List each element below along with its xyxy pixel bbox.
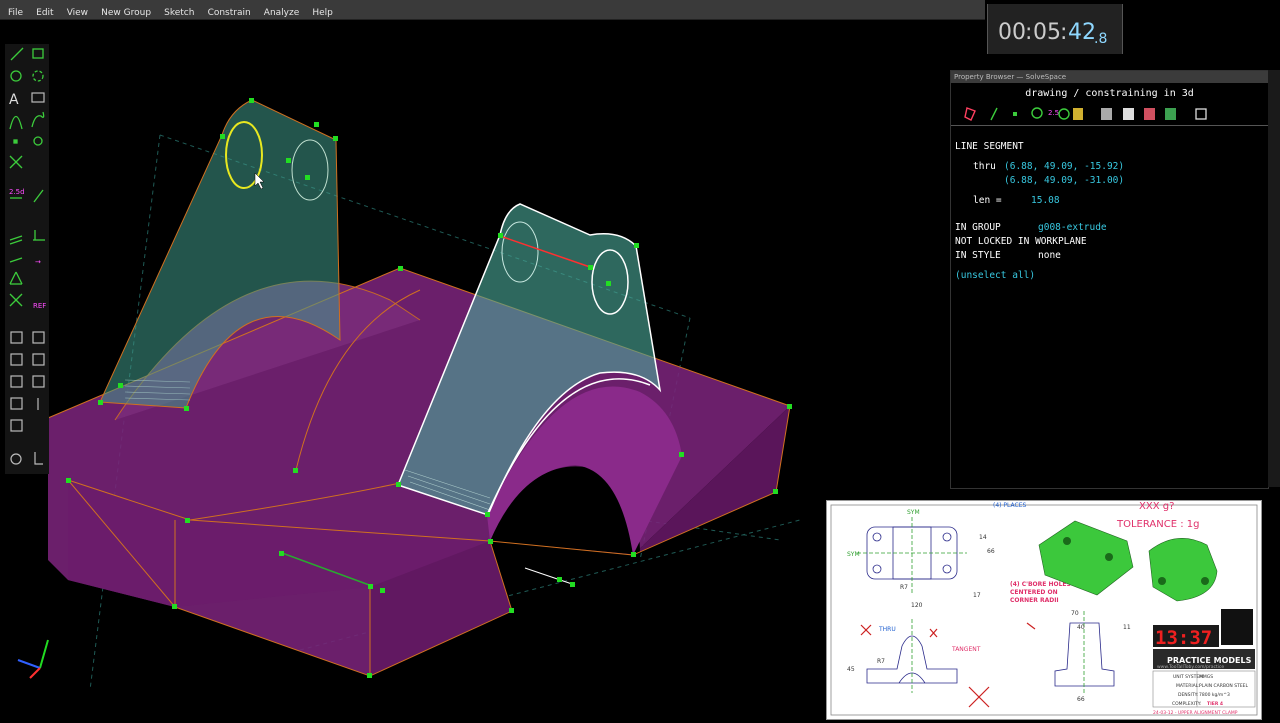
reference-drawing: XXX g? TOLERANCE : 1g (4) PLACES SYM SYM… — [826, 500, 1262, 720]
ref-dim-r7: R7 — [900, 584, 908, 591]
3d-viewport[interactable] — [0, 20, 950, 720]
ref-url: www.TooTallToby.com/practice — [1157, 664, 1224, 670]
menu-bar: File Edit View New Group Sketch Constrai… — [0, 0, 985, 20]
ref-sym-left: SYM — [847, 551, 860, 558]
svg-text:2.5: 2.5 — [1048, 109, 1059, 117]
ref-iso-view-2 — [1148, 537, 1218, 602]
tool-palette: 2.5d → REF A — [5, 44, 49, 474]
timer-seconds: 42 — [1068, 20, 1096, 45]
timer-fraction: .8 — [1094, 31, 1108, 47]
svg-text:MATERIAL:: MATERIAL: — [1176, 683, 1200, 689]
ref-places: (4) PLACES — [993, 502, 1026, 509]
ref-part-name: 24-03-12 - UPPER ALIGNMENT CLAMP — [1153, 710, 1238, 716]
visibility-toggle-icons[interactable]: 2.5 — [951, 105, 1268, 123]
len-label: len = — [973, 195, 1008, 206]
ref-cbore-2: CENTERED ON — [1010, 589, 1058, 596]
point-2: (6.88, 49.09, -31.00) — [1004, 175, 1125, 186]
ref-title-block: UNIT SYSTEM:MMGS MATERIAL: PLAIN CARBON S… — [1152, 670, 1256, 708]
ref-brand: PRACTICE MODELS — [1167, 656, 1252, 665]
ref-dim-r7b: R7 — [877, 658, 885, 665]
thru-label: thru — [973, 161, 996, 172]
svg-text:PLAIN CARBON STEEL: PLAIN CARBON STEEL — [1199, 683, 1249, 689]
in-style-label: IN STYLE — [955, 250, 1001, 261]
ref-title: XXX g? — [1139, 501, 1174, 512]
in-group-link[interactable]: g008-extrude — [1038, 222, 1107, 233]
ref-dim-70: 70 — [1071, 610, 1079, 617]
divider — [951, 125, 1268, 126]
ref-dim-40: 40 — [1077, 624, 1085, 631]
svg-text:TIER 4: TIER 4 — [1207, 701, 1223, 707]
lock-status: NOT LOCKED IN WORKPLANE — [955, 236, 1087, 247]
ref-clock: 13:37 — [1155, 627, 1212, 649]
highlight-line — [524, 567, 576, 586]
ref-dim-14: 14 — [979, 534, 987, 541]
in-group-label: IN GROUP — [955, 222, 1001, 233]
svg-text:DENSITY:: DENSITY: — [1178, 692, 1198, 698]
toolbar-icons: 2.5d → REF A — [9, 47, 46, 465]
axis-triad — [17, 639, 49, 679]
ref-thru: THRU — [878, 626, 896, 633]
ref-dim-66b: 66 — [1077, 696, 1085, 703]
ref-dim-11: 11 — [1123, 624, 1131, 631]
property-browser-scrollbar[interactable] — [1268, 70, 1280, 487]
property-browser-header: drawing / constraining in 3d — [1025, 88, 1194, 99]
len-value[interactable]: 15.08 — [1031, 195, 1060, 206]
ref-cbore-3: CORNER RADII — [1010, 597, 1059, 604]
qr-code-icon — [1221, 609, 1253, 645]
ref-dim-66: 66 — [987, 548, 995, 555]
timer-minutes-hours: 00 — [998, 20, 1026, 45]
svg-text:REF: REF — [33, 302, 46, 310]
in-style-value[interactable]: none — [1038, 250, 1061, 261]
entity-type: LINE SEGMENT — [955, 141, 1024, 152]
ref-tangent: TANGENT — [951, 646, 981, 653]
ref-dim-120: 120 — [911, 602, 923, 609]
ref-dim-45: 45 — [847, 666, 855, 673]
ref-sym-top: SYM — [907, 509, 920, 516]
svg-text:2.5d: 2.5d — [9, 188, 25, 196]
stopwatch: 00 : 05 : 42 .8 — [987, 4, 1123, 54]
svg-text:A: A — [9, 92, 19, 108]
svg-text:7800 kg/m^3: 7800 kg/m^3 — [1199, 692, 1230, 698]
unselect-all-link[interactable]: (unselect all) — [955, 270, 1035, 281]
svg-text:COMPLEXITY:: COMPLEXITY: — [1172, 701, 1201, 707]
property-browser-title: Property Browser — SolveSpace — [951, 71, 1268, 83]
svg-text:MMGS: MMGS — [1199, 674, 1213, 680]
reference-drawing-sheet: XXX g? TOLERANCE : 1g (4) PLACES SYM SYM… — [830, 501, 1258, 716]
ref-dim-17: 17 — [973, 592, 981, 599]
ref-tolerance: TOLERANCE : 1g — [1116, 519, 1199, 530]
model-scene[interactable] — [0, 20, 950, 720]
timer-minutes: 05 — [1033, 20, 1061, 45]
point-1: (6.88, 49.09, -15.92) — [1004, 161, 1125, 172]
ref-cbore-1: (4) C'BORE HOLES — [1010, 581, 1071, 588]
property-browser: Property Browser — SolveSpace drawing / … — [950, 70, 1269, 489]
svg-text:→: → — [35, 258, 41, 266]
ref-markup-crosses — [860, 622, 1036, 708]
